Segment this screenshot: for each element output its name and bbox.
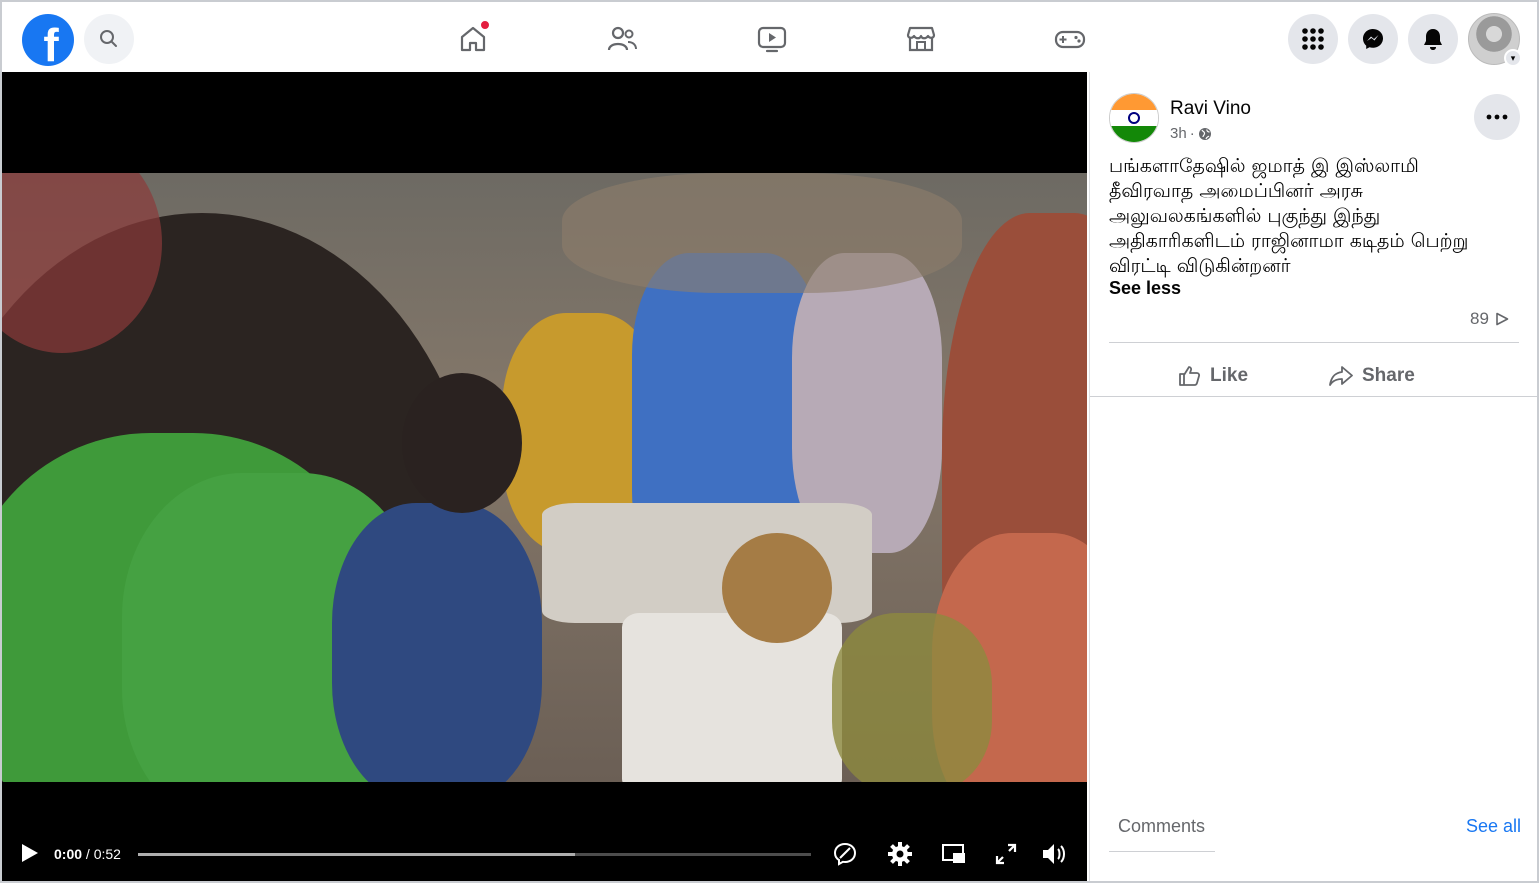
video-player[interactable]: 0:00 / 0:52	[2, 72, 1087, 881]
view-count: 89	[1470, 309, 1509, 329]
messenger-icon	[1363, 29, 1383, 49]
post-details-pane: Ravi Vino 3h · பங்களாதேஷில் ஜமாத் இ இஸ்ல…	[1089, 72, 1537, 881]
share-icon	[1329, 366, 1353, 386]
comments-tab[interactable]: Comments	[1118, 816, 1205, 837]
captions-button[interactable]	[831, 840, 859, 868]
video-frame	[2, 173, 1087, 782]
watch-icon	[757, 26, 787, 53]
video-controls: 0:00 / 0:52	[2, 824, 1087, 881]
nav-friends[interactable]	[592, 16, 652, 62]
author-avatar[interactable]	[1109, 93, 1159, 143]
nav-home[interactable]	[443, 16, 503, 62]
post-time[interactable]: 3h	[1170, 125, 1187, 142]
meta-separator: ·	[1189, 125, 1195, 142]
fullscreen-icon	[995, 843, 1017, 865]
post-text: பங்களாதேஷில் ஜமாத் இ இஸ்லாமி தீவிரவாத அம…	[1109, 155, 1469, 277]
fullscreen-button[interactable]	[992, 840, 1020, 868]
see-less-link[interactable]: See less	[1109, 278, 1181, 299]
post-meta: 3h ·	[1170, 125, 1212, 142]
settings-icon	[888, 842, 912, 866]
home-notification-dot	[480, 20, 490, 30]
nav-gaming[interactable]	[1040, 16, 1100, 62]
buffered-progress	[138, 853, 576, 856]
volume-button[interactable]	[1040, 840, 1068, 868]
gaming-icon	[1054, 30, 1086, 49]
notifications-icon	[1424, 29, 1442, 50]
like-icon	[1179, 366, 1201, 386]
messenger-button[interactable]	[1348, 14, 1398, 64]
settings-button[interactable]	[886, 840, 914, 868]
duration: 0:52	[93, 846, 121, 862]
like-label: Like	[1210, 365, 1249, 386]
actions-divider	[1090, 396, 1537, 397]
captions-icon	[833, 842, 857, 866]
volume-icon	[1043, 844, 1065, 864]
progress-bar[interactable]	[138, 853, 811, 856]
menu-grid-icon	[1302, 28, 1324, 50]
account-avatar[interactable]: ▾	[1468, 13, 1522, 67]
more-dots-icon	[1486, 114, 1508, 120]
like-button[interactable]: Like	[1178, 356, 1248, 396]
see-all-comments-link[interactable]: See all	[1466, 816, 1521, 837]
globe-icon	[1198, 127, 1211, 140]
view-count-number: 89	[1470, 309, 1489, 328]
share-label: Share	[1362, 365, 1415, 386]
chevron-down-icon: ▾	[1504, 49, 1522, 67]
time-display: 0:00 / 0:52	[54, 846, 121, 862]
miniplayer-button[interactable]	[940, 840, 968, 868]
comments-tab-underline	[1109, 851, 1215, 852]
miniplayer-icon	[942, 844, 965, 863]
friends-icon	[607, 26, 637, 51]
author-name[interactable]: Ravi Vino	[1170, 98, 1251, 120]
nav-marketplace[interactable]	[891, 16, 951, 62]
more-options-button[interactable]	[1474, 94, 1520, 140]
play-outline-icon	[1496, 312, 1509, 326]
play-icon	[22, 844, 38, 862]
notifications-button[interactable]	[1408, 14, 1458, 64]
nav-watch[interactable]	[742, 16, 802, 62]
divider	[1109, 342, 1519, 343]
app-window: f ▾ 0:00 / 0:52 Ravi Vino 3h · பங்களாதேஷ…	[0, 0, 1539, 883]
current-time: 0:00	[54, 846, 83, 862]
top-navbar: f ▾	[2, 2, 1537, 72]
time-separator: /	[82, 846, 94, 862]
share-button[interactable]: Share	[1328, 356, 1415, 396]
play-button[interactable]	[20, 842, 42, 866]
marketplace-icon	[906, 26, 936, 52]
menu-button[interactable]	[1288, 14, 1338, 64]
